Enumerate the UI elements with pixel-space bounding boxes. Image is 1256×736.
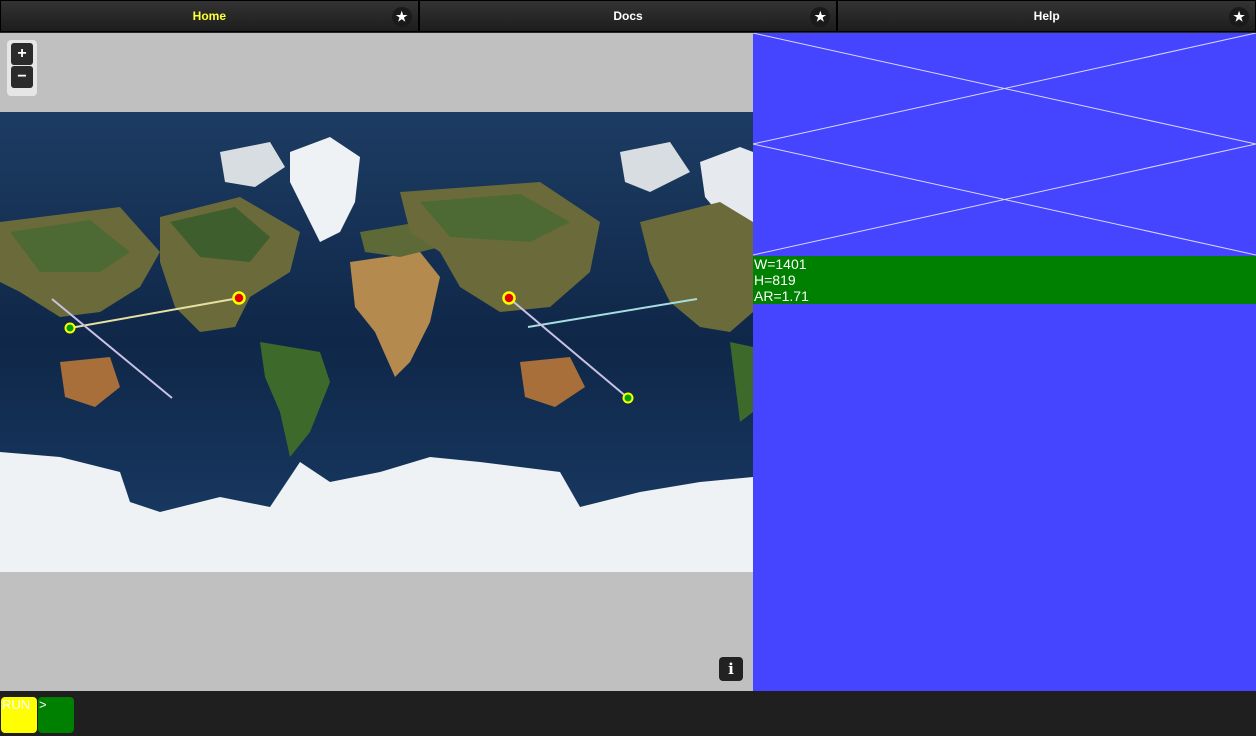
zoom-control: + −: [7, 40, 37, 96]
command-bar: RUN >: [0, 691, 1256, 736]
map-view[interactable]: + − i: [0, 33, 753, 691]
zoom-in-button[interactable]: +: [11, 43, 33, 65]
width-readout: W=1401: [754, 256, 807, 272]
cross-lines-graphic: [753, 33, 1256, 256]
star-icon[interactable]: ★: [391, 7, 412, 27]
aspect-ratio-readout: AR=1.71: [754, 288, 809, 304]
zoom-out-button[interactable]: −: [11, 66, 33, 88]
tab-home-label: Home: [192, 9, 226, 23]
tab-help-label: Help: [1033, 9, 1060, 23]
tab-home[interactable]: Home ★: [0, 0, 419, 32]
dimensions-readout: W=1401 H=819 AR=1.71: [753, 256, 1256, 304]
tab-bar: Home ★ Docs ★ Help ★: [0, 0, 1256, 34]
info-button[interactable]: i: [719, 657, 743, 681]
map-marker-red[interactable]: [232, 291, 246, 305]
star-icon[interactable]: ★: [1229, 7, 1250, 27]
tab-docs[interactable]: Docs ★: [418, 0, 838, 32]
prompt-label: >: [39, 697, 47, 712]
run-button[interactable]: RUN: [1, 697, 37, 733]
prompt-button[interactable]: >: [38, 697, 74, 733]
height-readout: H=819: [754, 272, 796, 288]
tab-docs-label: Docs: [613, 9, 643, 23]
tab-help[interactable]: Help ★: [837, 0, 1256, 32]
star-icon[interactable]: ★: [810, 7, 831, 27]
canvas-panel[interactable]: W=1401 H=819 AR=1.71: [753, 33, 1256, 691]
map-marker-red[interactable]: [502, 291, 516, 305]
world-map[interactable]: [0, 112, 753, 572]
map-marker-green[interactable]: [64, 322, 76, 334]
map-marker-green[interactable]: [622, 392, 634, 404]
